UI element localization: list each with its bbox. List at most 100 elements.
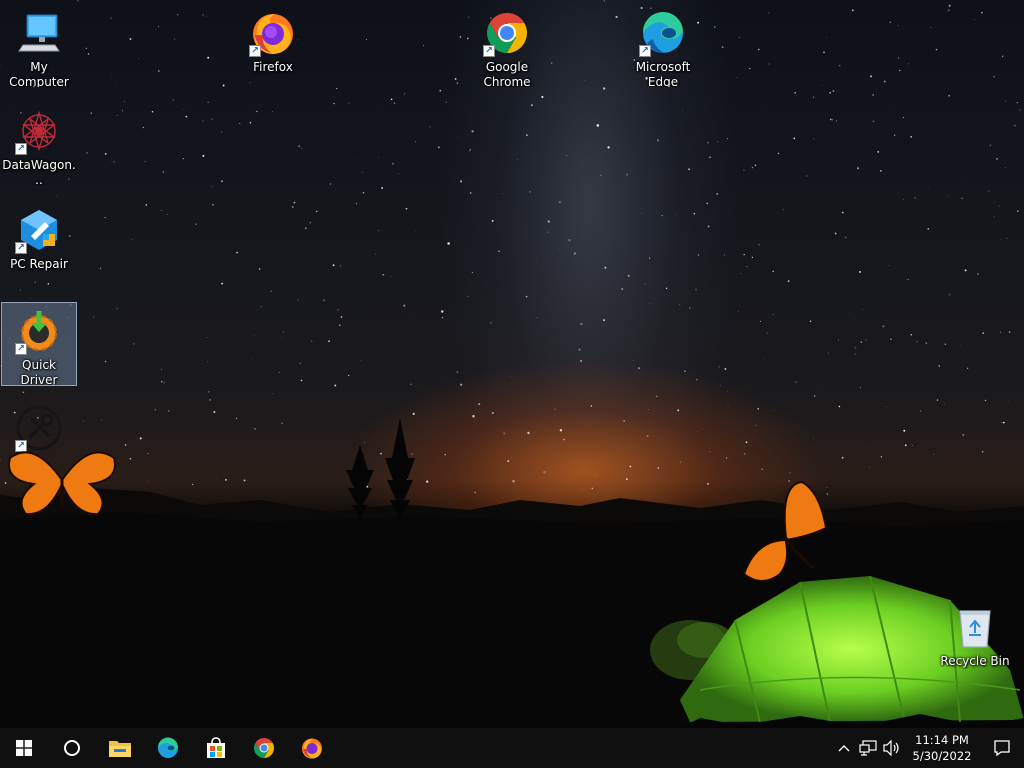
star xyxy=(239,122,241,125)
star xyxy=(104,153,107,155)
desktop-icon-pc-repair[interactable]: ↗ PC Repair xyxy=(1,201,77,285)
taskbar-microsoft-store[interactable] xyxy=(192,728,240,768)
butterfly-decoration xyxy=(8,451,116,516)
edge-icon: ↗ xyxy=(639,9,687,57)
star xyxy=(565,155,567,156)
desktop-icon-microsoft-edge[interactable]: ↗ Microsoft Edge xyxy=(625,4,701,88)
star xyxy=(782,209,784,211)
star xyxy=(757,48,760,51)
star xyxy=(206,15,208,17)
star xyxy=(222,84,225,87)
star xyxy=(573,252,577,255)
desktop-icon-datawagon[interactable]: ↗ DataWagon... xyxy=(1,102,77,186)
star xyxy=(459,36,462,38)
star xyxy=(974,18,975,20)
star xyxy=(766,332,768,334)
star xyxy=(568,239,571,242)
star xyxy=(329,183,332,185)
desktop-icon-recycle-bin[interactable]: Recycle Bin xyxy=(937,598,1013,682)
star xyxy=(907,278,909,280)
star xyxy=(129,38,132,40)
star xyxy=(398,173,400,175)
star xyxy=(20,289,22,291)
shortcut-arrow-icon: ↗ xyxy=(15,343,27,355)
network-button[interactable] xyxy=(856,728,880,768)
star xyxy=(339,265,342,267)
star xyxy=(340,316,343,318)
star xyxy=(795,381,797,383)
volume-button[interactable] xyxy=(880,728,904,768)
star xyxy=(709,156,711,158)
cortana-search-button[interactable] xyxy=(48,728,96,768)
star xyxy=(684,370,686,372)
clock[interactable]: 11:14 PM 5/30/2022 xyxy=(904,732,980,764)
star xyxy=(839,65,841,67)
star xyxy=(144,161,146,163)
desktop-icon-my-computer[interactable]: My Computer xyxy=(1,4,77,88)
desktop-icon-quick-driver-updater[interactable]: ↗ Quick Driver Updater xyxy=(1,302,77,386)
star xyxy=(966,367,969,369)
star xyxy=(603,319,606,322)
star xyxy=(927,228,930,230)
star xyxy=(600,174,602,176)
star xyxy=(300,379,303,382)
star xyxy=(584,80,586,82)
star xyxy=(580,359,582,362)
action-center-button[interactable] xyxy=(980,728,1024,768)
star xyxy=(910,333,913,336)
star xyxy=(251,327,252,329)
star xyxy=(310,340,313,343)
star xyxy=(603,87,606,90)
star xyxy=(51,391,53,393)
star xyxy=(854,353,857,355)
star xyxy=(547,220,550,223)
start-button[interactable] xyxy=(0,728,48,768)
star xyxy=(467,296,469,297)
star xyxy=(469,148,471,150)
star xyxy=(993,216,995,218)
desktop-icon-google-chrome[interactable]: ↗ Google Chrome xyxy=(469,4,545,88)
star xyxy=(809,320,812,322)
star xyxy=(439,89,442,92)
datawagon-icon: ↗ xyxy=(15,107,63,155)
star xyxy=(823,51,825,54)
star xyxy=(377,157,379,159)
star xyxy=(764,358,766,360)
star xyxy=(158,70,160,72)
star xyxy=(441,310,444,313)
notification-icon xyxy=(994,740,1010,757)
quick-driver-updater-icon: ↗ xyxy=(15,307,63,355)
star xyxy=(738,310,739,312)
desktop[interactable]: My Computer ↗ DataWagon... ↗ PC Repair ↗… xyxy=(0,0,1024,728)
star xyxy=(145,204,147,206)
star xyxy=(111,159,112,161)
taskbar-firefox[interactable] xyxy=(288,728,336,768)
star xyxy=(925,342,928,345)
star xyxy=(948,94,951,97)
taskbar-chrome[interactable] xyxy=(240,728,288,768)
star xyxy=(471,271,473,273)
star xyxy=(988,190,990,192)
star xyxy=(437,146,440,149)
star xyxy=(938,365,940,367)
star xyxy=(996,158,998,160)
star xyxy=(202,154,205,157)
star xyxy=(989,144,992,147)
show-hidden-icons-button[interactable] xyxy=(832,728,856,768)
taskbar-edge[interactable] xyxy=(144,728,192,768)
desktop-icon-firefox[interactable]: ↗ Firefox xyxy=(235,4,311,88)
star xyxy=(365,39,367,41)
star xyxy=(207,56,210,59)
star xyxy=(469,192,472,194)
star xyxy=(113,160,115,163)
star xyxy=(706,202,709,205)
taskbar-file-explorer[interactable] xyxy=(96,728,144,768)
star xyxy=(162,171,165,173)
star xyxy=(948,293,951,296)
star xyxy=(441,316,444,319)
star xyxy=(947,9,950,12)
star xyxy=(944,343,947,346)
star xyxy=(607,146,610,149)
star xyxy=(916,341,918,343)
star xyxy=(413,313,415,315)
